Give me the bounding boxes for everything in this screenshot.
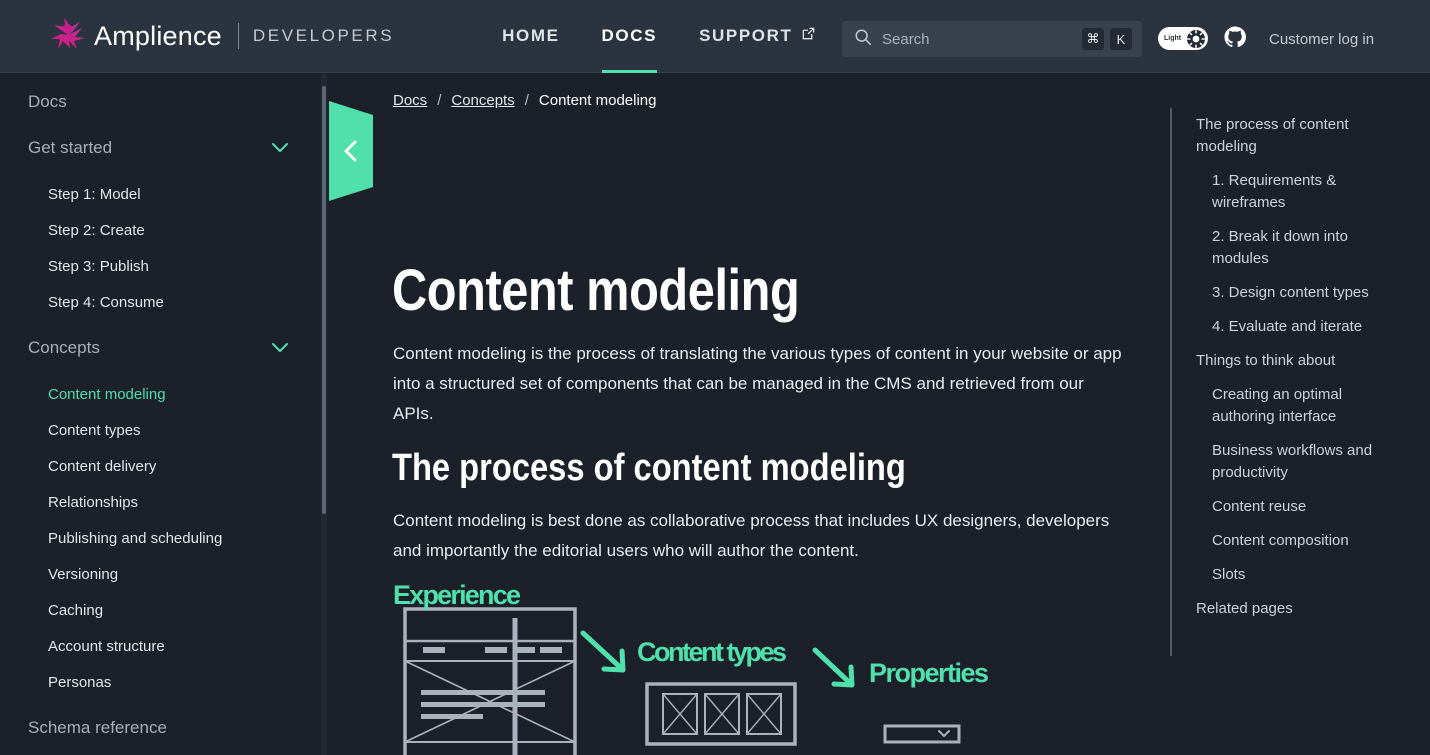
sidebar-item-content-types[interactable]: Content types: [0, 412, 322, 448]
toc-item-related-pages[interactable]: Related pages: [1172, 592, 1372, 626]
diagram-label-experience: Experience: [393, 580, 521, 610]
theme-toggle-label: Light: [1164, 35, 1182, 42]
kbd-k-key[interactable]: K: [1110, 28, 1132, 50]
sidebar-item-step-1[interactable]: Step 1: Model: [0, 176, 322, 212]
sidebar-item-step-4[interactable]: Step 4: Consume: [0, 284, 322, 320]
brand[interactable]: Amplience DEVELOPERS: [46, 14, 394, 58]
sidebar-item-caching[interactable]: Caching: [0, 592, 322, 628]
sidebar-label: Schema reference: [28, 718, 167, 737]
sidebar-label: Content delivery: [48, 457, 157, 475]
breadcrumb: Docs / Concepts / Content modeling: [393, 92, 656, 109]
sidebar-label: Caching: [48, 601, 104, 619]
diagram-label-content-types: Content types: [637, 637, 787, 667]
site-header: Amplience DEVELOPERS HOME DOCS SUPPORT S…: [0, 0, 1430, 73]
toc-item-design-content-types[interactable]: 3. Design content types: [1172, 276, 1387, 310]
sidebar-item-content-delivery[interactable]: Content delivery: [0, 448, 322, 484]
nav-label: HOME: [502, 26, 560, 45]
sidebar-label: Step 1: Model: [48, 185, 141, 203]
github-icon[interactable]: [1224, 26, 1246, 53]
sidebar-scrollbar-thumb[interactable]: [322, 86, 326, 514]
sidebar-group-concepts[interactable]: Concepts: [0, 330, 322, 366]
sidebar-label: Docs: [28, 92, 67, 111]
toc-item-content-reuse[interactable]: Content reuse: [1172, 490, 1387, 524]
sidebar-label: Step 2: Create: [48, 221, 145, 239]
sidebar-label: Publishing and scheduling: [48, 529, 223, 547]
toc-item-requirements-wireframes[interactable]: 1. Requirements & wireframes: [1172, 164, 1387, 220]
toc-item-things-to-think-about[interactable]: Things to think about: [1172, 344, 1372, 378]
sidebar-item-relationships[interactable]: Relationships: [0, 484, 322, 520]
sidebar-item-versioning[interactable]: Versioning: [0, 556, 322, 592]
sidebar-item-personas[interactable]: Personas: [0, 664, 322, 700]
left-sidebar: Docs Get started Step 1: Model Step 2: C…: [0, 74, 322, 755]
toc-item-slots[interactable]: Slots: [1172, 558, 1387, 592]
sidebar-label: Relationships: [48, 493, 139, 511]
toc-item-process-of-content-modeling[interactable]: The process of content modeling: [1172, 108, 1372, 164]
toc-item-business-workflows-and-productivity[interactable]: Business workflows and productivity: [1172, 434, 1387, 490]
sidebar-group-schema-reference[interactable]: Schema reference: [0, 710, 322, 746]
diagram-label-properties: Properties: [869, 658, 989, 688]
search-input[interactable]: [882, 30, 1082, 48]
sidebar-item-account-structure[interactable]: Account structure: [0, 628, 322, 664]
page-root: Amplience DEVELOPERS HOME DOCS SUPPORT S…: [0, 0, 1430, 755]
section-heading-process: The process of content modeling: [392, 447, 906, 489]
breadcrumb-separator: /: [437, 92, 442, 109]
nav-item-home[interactable]: HOME: [502, 0, 559, 73]
brand-divider: [237, 23, 239, 49]
breadcrumb-item-concepts[interactable]: Concepts: [451, 92, 514, 109]
sidebar-group-docs[interactable]: Docs: [0, 84, 322, 120]
customer-login-link[interactable]: Customer log in: [1269, 31, 1374, 48]
page-title: Content modeling: [392, 258, 800, 323]
sidebar-label: Step 3: Publish: [48, 257, 149, 275]
search-box[interactable]: ⌘ K: [842, 21, 1142, 57]
sidebar-label: Content modeling: [48, 385, 166, 403]
main-content: Docs / Concepts / Content modeling Conte…: [330, 74, 1160, 755]
nav-item-docs[interactable]: DOCS: [601, 0, 658, 73]
page-intro-paragraph: Content modeling is the process of trans…: [393, 344, 1122, 423]
nav-item-support[interactable]: SUPPORT: [699, 0, 816, 73]
breadcrumb-separator: /: [524, 92, 529, 109]
sidebar-label: Account structure: [48, 637, 165, 655]
brand-subtitle: DEVELOPERS: [252, 26, 395, 45]
sidebar-label: Concepts: [28, 338, 100, 357]
sidebar-label: Versioning: [48, 565, 119, 583]
sidebar-label: Get started: [28, 138, 113, 157]
content-modeling-diagram: Experience Content types Properties: [393, 580, 989, 755]
amplience-logo-icon: [51, 18, 85, 49]
table-of-contents: The process of content modeling 1. Requi…: [1170, 108, 1420, 656]
sun-icon: [1186, 29, 1206, 54]
nav-label: SUPPORT: [699, 26, 793, 45]
sidebar-item-publishing-and-scheduling[interactable]: Publishing and scheduling: [0, 520, 322, 556]
search-icon: [854, 28, 872, 51]
chevron-down-icon[interactable]: [272, 338, 288, 358]
nav-label: DOCS: [601, 26, 658, 45]
sidebar-item-step-2[interactable]: Step 2: Create: [0, 212, 322, 248]
toc-item-break-it-down-into-modules[interactable]: 2. Break it down into modules: [1172, 220, 1387, 276]
toc-item-content-composition[interactable]: Content composition: [1172, 524, 1387, 558]
external-link-icon: [801, 26, 816, 46]
main-nav: HOME DOCS SUPPORT: [502, 0, 858, 73]
sidebar-label: Personas: [48, 673, 112, 691]
sidebar-label: Step 4: Consume: [48, 293, 164, 311]
toc-item-evaluate-and-iterate[interactable]: 4. Evaluate and iterate: [1172, 310, 1387, 344]
sidebar-label: Content types: [48, 421, 141, 439]
breadcrumb-item-current: Content modeling: [538, 92, 657, 109]
sidebar-item-content-modeling[interactable]: Content modeling: [0, 376, 322, 412]
theme-toggle[interactable]: Light: [1158, 27, 1208, 50]
chevron-down-icon[interactable]: [272, 138, 288, 158]
sidebar-item-step-3[interactable]: Step 3: Publish: [0, 248, 322, 284]
toc-item-creating-an-optimal-authoring-interface[interactable]: Creating an optimal authoring interface: [1172, 378, 1387, 434]
brand-name: Amplience: [94, 20, 222, 51]
kbd-cmd-key[interactable]: ⌘: [1082, 28, 1104, 50]
sidebar-group-get-started[interactable]: Get started: [0, 130, 322, 166]
breadcrumb-item-docs[interactable]: Docs: [393, 92, 427, 109]
